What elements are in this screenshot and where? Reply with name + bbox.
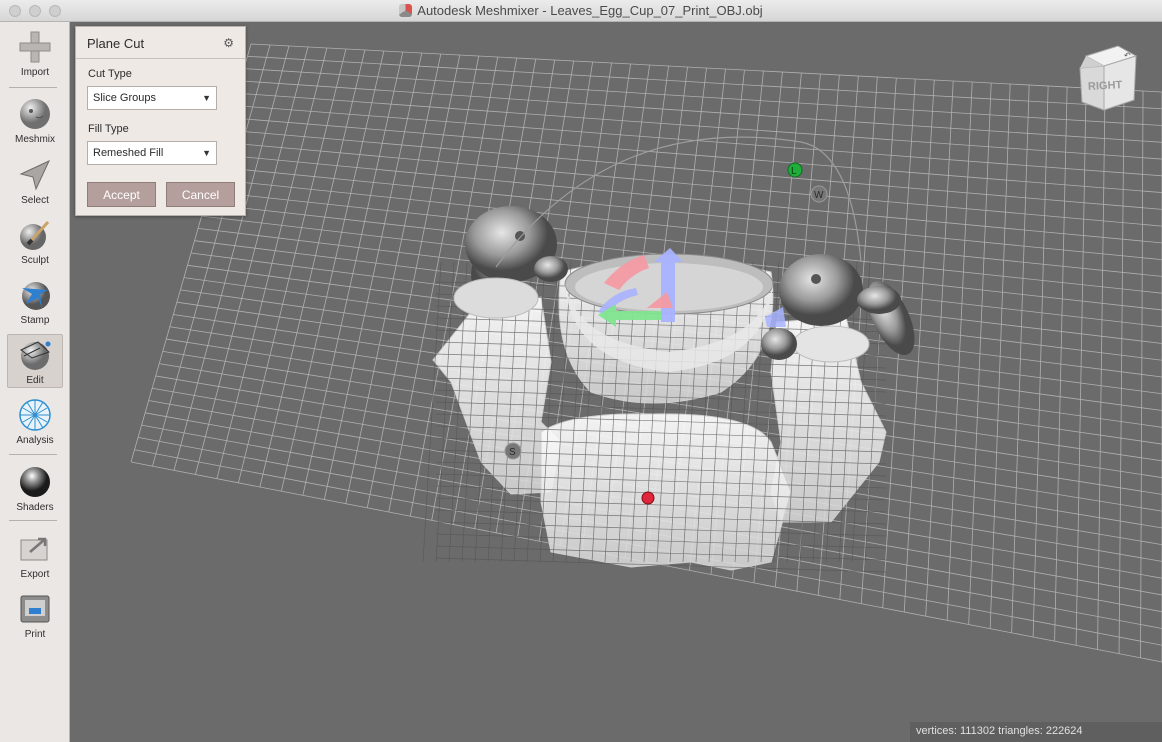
mesh-stats-status: vertices: 111302 triangles: 222624 xyxy=(910,722,1162,742)
stamp-tool[interactable]: Stamp xyxy=(7,278,63,326)
panel-header: Plane Cut ⚙ xyxy=(76,27,245,59)
view-cube-face-label: RIGHT xyxy=(1087,79,1123,93)
tool-label: Export xyxy=(20,569,50,580)
brush-icon xyxy=(20,220,50,250)
sculpt-tool[interactable]: Sculpt xyxy=(7,218,63,266)
l-handle-label: L xyxy=(791,166,797,177)
shader-sphere-icon xyxy=(20,467,50,497)
accept-button[interactable]: Accept xyxy=(87,182,156,207)
bunny-head-icon xyxy=(20,99,50,129)
divider xyxy=(9,454,57,455)
cube-top-glyph-icon: ↶ xyxy=(1124,51,1131,60)
tool-label: Analysis xyxy=(16,435,54,446)
print-tool[interactable]: Print xyxy=(7,592,63,640)
fill-type-label: Fill Type xyxy=(88,123,129,135)
grid-line xyxy=(226,129,1162,210)
tool-label: Meshmix xyxy=(14,134,55,145)
printer-icon xyxy=(20,595,50,623)
grid-line xyxy=(219,154,1162,244)
w-handle-label: W xyxy=(814,190,824,201)
tool-label: Sculpt xyxy=(21,255,49,266)
divider xyxy=(9,520,57,521)
left-bunny-head xyxy=(453,206,568,319)
edit-mesh-icon xyxy=(20,341,51,370)
plus-icon xyxy=(19,31,51,63)
grid-line xyxy=(236,92,1162,160)
edit-tool[interactable]: Edit xyxy=(7,334,63,388)
tool-label: Select xyxy=(21,195,49,206)
cut-type-value: Slice Groups xyxy=(93,92,156,104)
view-cube[interactable]: ↶ RIGHT xyxy=(1078,44,1138,112)
shaders-tool[interactable]: Shaders xyxy=(7,465,63,513)
stamp-icon xyxy=(22,282,50,310)
tool-label: Stamp xyxy=(20,315,50,326)
s-handle-label: S xyxy=(509,447,516,458)
tool-label: Print xyxy=(24,629,46,640)
meshmixer-app-icon xyxy=(399,4,413,17)
import-tool[interactable]: Import xyxy=(7,30,63,78)
cut-type-label: Cut Type xyxy=(88,68,132,80)
fill-type-value: Remeshed Fill xyxy=(93,147,164,159)
title-bar: Autodesk Meshmixer - Leaves_Egg_Cup_07_P… xyxy=(0,0,1162,22)
panel-title: Plane Cut xyxy=(87,36,145,51)
left-toolbar: Import Meshmix Select Sculpt Stamp Edit … xyxy=(0,22,70,742)
tool-label: Shaders xyxy=(16,502,54,513)
meshmix-tool[interactable]: Meshmix xyxy=(7,97,63,145)
export-tool[interactable]: Export xyxy=(7,532,63,580)
export-icon xyxy=(20,537,48,561)
fill-type-select[interactable]: Remeshed Fill ▼ xyxy=(87,141,217,165)
plane-cut-panel: Plane Cut ⚙ Cut Type Slice Groups ▼ Fill… xyxy=(75,26,246,216)
plane-origin-handle[interactable] xyxy=(641,491,655,505)
select-tool[interactable]: Select xyxy=(7,158,63,206)
gear-icon[interactable]: ⚙ xyxy=(223,36,234,50)
dropdown-arrow-icon: ▼ xyxy=(202,148,211,158)
grid-line xyxy=(240,80,1162,143)
right-bunny-head xyxy=(761,254,915,363)
grid-line xyxy=(247,55,1162,110)
tool-label: Edit xyxy=(26,375,44,386)
dropdown-arrow-icon: ▼ xyxy=(202,93,211,103)
grid-line xyxy=(250,43,1162,93)
window-title: Autodesk Meshmixer - Leaves_Egg_Cup_07_P… xyxy=(417,3,763,18)
analysis-tool[interactable]: Analysis xyxy=(7,398,63,446)
arrow-cursor-icon xyxy=(19,159,51,191)
divider xyxy=(9,87,57,88)
cancel-button[interactable]: Cancel xyxy=(166,182,235,207)
tool-label: Import xyxy=(20,67,50,78)
analysis-sphere-icon xyxy=(19,399,51,431)
cut-type-select[interactable]: Slice Groups ▼ xyxy=(87,86,217,110)
